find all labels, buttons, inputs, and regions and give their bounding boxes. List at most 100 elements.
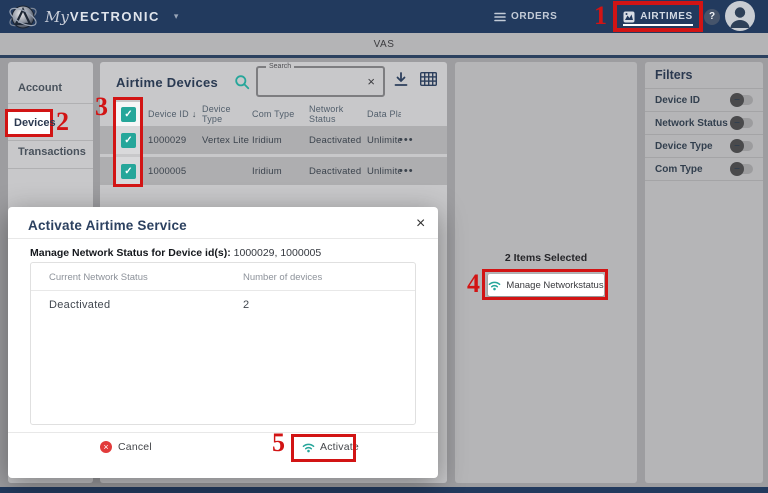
- cancel-label: Cancel: [118, 441, 152, 453]
- table-row[interactable]: ✓ 1000005 Iridium Deactivated Unlimited …: [100, 157, 447, 185]
- cell-device-id: 1000005: [148, 157, 202, 185]
- toggle-knob-icon: –: [730, 116, 744, 130]
- filters-title: Filters: [645, 68, 763, 89]
- filter-device-type: Device Type –: [645, 135, 763, 158]
- filter-toggle-device-type[interactable]: –: [732, 141, 753, 151]
- filter-network-status: Network Status –: [645, 112, 763, 135]
- row-checkbox[interactable]: ✓: [121, 133, 136, 148]
- bottom-bar: [0, 487, 768, 493]
- filters-panel: Filters Device ID – Network Status – Dev…: [645, 62, 763, 483]
- select-all-checkbox[interactable]: ✓: [121, 107, 136, 122]
- divider: [8, 103, 93, 104]
- row-checkbox-cell: ✓: [115, 126, 142, 154]
- orders-label: ORDERS: [511, 11, 557, 22]
- cell-network-status: Deactivated: [309, 126, 366, 154]
- selection-panel: 2 Items Selected Manage Networkstatus: [455, 62, 637, 483]
- activate-airtime-modal: Activate Airtime Service × Manage Networ…: [8, 207, 438, 478]
- items-selected-text: 2 Items Selected: [455, 252, 637, 264]
- manage-networkstatus-button[interactable]: Manage Networkstatus: [488, 274, 604, 296]
- activate-button[interactable]: Activate: [302, 441, 359, 453]
- modal-title: Activate Airtime Service: [28, 218, 187, 233]
- divider: [8, 140, 93, 141]
- filter-label: Device Type: [655, 141, 713, 152]
- cell-current-network-status: Deactivated: [49, 299, 110, 311]
- network-status-table: Current Network Status Number of devices…: [30, 262, 416, 425]
- row-menu-icon[interactable]: •••: [399, 157, 425, 185]
- divider: [8, 432, 438, 433]
- download-icon[interactable]: [394, 72, 408, 87]
- search-box: Search ×: [256, 66, 385, 97]
- search-input[interactable]: [262, 72, 357, 93]
- search-label: Search: [266, 63, 294, 70]
- cell-com-type: Iridium: [252, 126, 308, 154]
- app-window: My VECTRONIC ▾ ORDERS AIRTIMES ?: [0, 0, 768, 493]
- divider: [31, 290, 415, 291]
- divider: [8, 238, 438, 239]
- brand-script-text: My: [45, 8, 69, 26]
- brand-logo[interactable]: My VECTRONIC ▾: [8, 0, 178, 33]
- help-button[interactable]: ?: [704, 9, 720, 25]
- airtimes-icon: [623, 11, 635, 23]
- vas-bar: VAS: [0, 33, 768, 58]
- sidebar-item-account[interactable]: Account: [18, 82, 62, 94]
- vectronic-globe-icon: [8, 2, 38, 32]
- sidebar-item-devices[interactable]: Devices: [5, 109, 53, 137]
- modal-subtitle-ids: 1000029, 1000005: [231, 247, 322, 259]
- toggle-knob-icon: –: [730, 162, 744, 176]
- toggle-knob-icon: –: [730, 93, 744, 107]
- filter-label: Device ID: [655, 95, 700, 106]
- modal-close-icon[interactable]: ×: [416, 215, 425, 233]
- column-header-device-type[interactable]: Device Type: [202, 102, 252, 126]
- table-row[interactable]: ✓ 1000029 Vertex Lite Iridium Deactivate…: [100, 126, 447, 154]
- filter-toggle-network-status[interactable]: –: [732, 118, 753, 128]
- sidebar-item-transactions[interactable]: Transactions: [18, 146, 86, 158]
- cancel-circle-icon: ×: [100, 441, 112, 453]
- user-avatar[interactable]: [725, 1, 755, 31]
- activate-label: Activate: [320, 441, 359, 453]
- row-menu-icon[interactable]: •••: [399, 126, 425, 154]
- cell-network-status: Deactivated: [309, 157, 366, 185]
- row-checkbox-cell: ✓: [115, 157, 142, 185]
- filter-device-id: Device ID –: [645, 89, 763, 112]
- select-all-cell: ✓: [115, 102, 142, 126]
- column-header-device-id[interactable]: Device ID ↓: [148, 102, 202, 126]
- wifi-icon: [488, 280, 501, 291]
- top-navbar: My VECTRONIC ▾ ORDERS AIRTIMES ?: [0, 0, 768, 33]
- brand-caret-icon[interactable]: ▾: [174, 11, 179, 22]
- table-grid-icon[interactable]: [420, 72, 437, 86]
- column-header-number-of-devices: Number of devices: [243, 272, 322, 283]
- column-header-current-network-status: Current Network Status: [49, 272, 148, 283]
- toggle-knob-icon: –: [730, 139, 744, 153]
- vas-label: VAS: [374, 39, 395, 50]
- devices-label: Devices: [14, 117, 56, 129]
- row-checkbox[interactable]: ✓: [121, 164, 136, 179]
- person-icon: [725, 1, 755, 31]
- orders-list-icon: [494, 12, 506, 22]
- cell-number-of-devices: 2: [243, 299, 249, 311]
- tab-airtimes[interactable]: AIRTIMES: [613, 1, 703, 32]
- column-header-network-status[interactable]: Network Status: [309, 102, 366, 126]
- brand-name-text: VECTRONIC: [70, 9, 160, 24]
- filter-toggle-device-id[interactable]: –: [732, 95, 753, 105]
- table-header-row: ✓ Device ID ↓ Device Type Com Type Netwo…: [100, 102, 447, 126]
- modal-subtitle: Manage Network Status for Device id(s): …: [30, 247, 321, 259]
- divider: [8, 168, 93, 169]
- modal-subtitle-bold: Manage Network Status for Device id(s):: [30, 247, 231, 259]
- cell-device-id: 1000029: [148, 126, 202, 154]
- sort-descending-icon: ↓: [192, 109, 197, 119]
- cell-data-plan: Unlimited: [367, 157, 401, 185]
- clear-search-icon[interactable]: ×: [367, 75, 375, 89]
- cell-com-type: Iridium: [252, 157, 308, 185]
- filter-toggle-com-type[interactable]: –: [732, 164, 753, 174]
- column-header-data-plan[interactable]: Data Plan: [367, 102, 401, 126]
- device-id-header-label: Device ID: [148, 109, 189, 119]
- cancel-button[interactable]: × Cancel: [100, 441, 152, 453]
- search-icon[interactable]: [234, 74, 250, 90]
- panel-title: Airtime Devices: [116, 75, 218, 90]
- cell-device-type: Vertex Lite: [202, 126, 252, 154]
- column-header-com-type[interactable]: Com Type: [252, 102, 308, 126]
- filter-com-type: Com Type –: [645, 158, 763, 181]
- filter-label: Network Status: [655, 118, 728, 129]
- wifi-icon: [302, 442, 315, 453]
- tab-orders[interactable]: ORDERS: [494, 0, 557, 33]
